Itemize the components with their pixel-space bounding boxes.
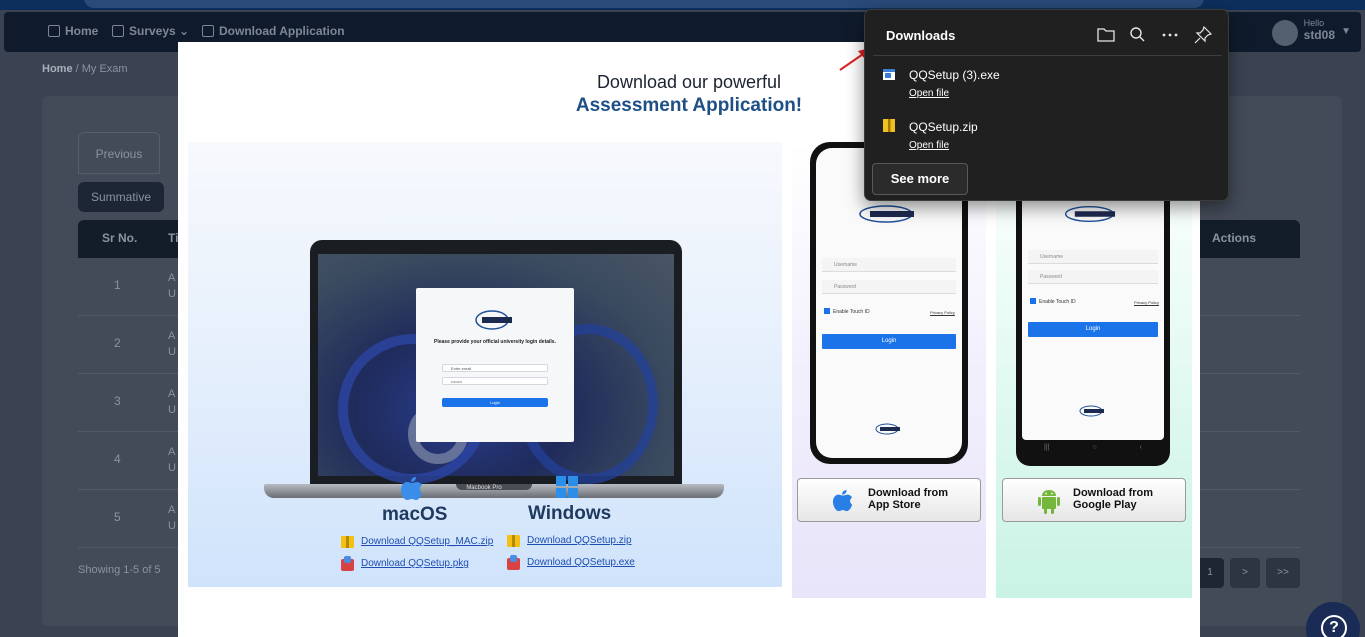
macos-label: macOS — [382, 504, 448, 525]
android-download-panel: Username Password Enable Touch ID Privac… — [996, 142, 1192, 598]
help-icon: ? — [1321, 615, 1347, 637]
login-card-preview: Please provide your official university … — [416, 288, 574, 442]
zip-file-icon — [341, 536, 354, 548]
nav-home[interactable]: Home — [48, 24, 98, 38]
chevron-down-icon: ▼ — [1341, 26, 1351, 37]
breadcrumb-home[interactable]: Home — [42, 63, 73, 75]
breadcrumb: Home / My Exam — [42, 63, 128, 75]
see-more-button[interactable]: See more — [872, 163, 968, 195]
android-nav-bar: ||| ○ ‹ — [1044, 444, 1142, 451]
surveys-icon — [112, 25, 124, 37]
open-file-link[interactable]: Open file — [909, 88, 949, 99]
brand-logo-icon — [859, 205, 914, 223]
apple-icon — [401, 477, 422, 500]
breadcrumb-current: My Exam — [81, 63, 128, 75]
chevron-down-icon: ⌄ — [179, 24, 190, 38]
page-last[interactable]: >> — [1266, 558, 1300, 588]
downloads-popup: Downloads QQSetup (3).exe Open file QQSe… — [864, 9, 1229, 201]
brand-logo-icon — [1064, 206, 1116, 222]
page-next[interactable]: > — [1230, 558, 1260, 588]
checkbox-checked-icon — [1030, 298, 1036, 304]
exe-file-icon — [507, 555, 520, 570]
pin-icon[interactable] — [1194, 26, 1212, 44]
download-win-exe-link[interactable]: Download QQSetup.exe — [527, 557, 635, 568]
nav-surveys[interactable]: Surveys ⌄ — [112, 24, 189, 38]
zip-file-icon — [507, 535, 520, 547]
zip-file-icon — [883, 119, 895, 132]
download-mac-zip-link[interactable]: Download QQSetup_MAC.zip — [361, 536, 493, 547]
home-icon — [48, 25, 60, 37]
open-file-link[interactable]: Open file — [909, 140, 949, 151]
desktop-download-panel: Please provide your official university … — [188, 142, 782, 587]
recent-apps-icon: ||| — [1044, 444, 1050, 451]
download-mac-pkg-link[interactable]: Download QQSetup.pkg — [361, 558, 469, 569]
search-icon[interactable] — [1129, 26, 1147, 42]
brand-logo-icon — [475, 310, 512, 330]
downloads-title: Downloads — [886, 28, 956, 43]
tab-previous[interactable]: Previous — [78, 132, 160, 174]
checkbox-checked-icon — [824, 308, 830, 314]
laptop-display: Please provide your official university … — [318, 254, 674, 484]
exe-file-icon — [883, 69, 895, 80]
user-menu[interactable]: Hello std08 ▼ — [1271, 18, 1351, 46]
avatar — [1271, 20, 1298, 46]
download-item-name[interactable]: QQSetup.zip — [909, 120, 978, 134]
windows-label: Windows — [528, 503, 612, 524]
address-bar[interactable] — [84, 0, 1204, 8]
showing-count: Showing 1-5 of 5 — [78, 564, 161, 576]
download-icon — [202, 25, 214, 37]
brand-logo-icon — [875, 423, 900, 435]
summative-filter[interactable]: Summative — [78, 182, 164, 212]
home-circle-icon: ○ — [1092, 444, 1097, 451]
google-play-button[interactable]: Download from Google Play — [1002, 478, 1186, 522]
more-options-icon[interactable] — [1161, 26, 1179, 42]
pkg-file-icon — [341, 556, 354, 571]
apple-icon — [832, 490, 853, 512]
brand-logo-icon — [1079, 405, 1104, 417]
android-icon — [1038, 490, 1060, 514]
ios-download-panel: Username Password Enable Touch ID Privac… — [792, 142, 986, 598]
app-store-button[interactable]: Download from App Store — [797, 478, 981, 522]
back-icon: ‹ — [1139, 444, 1142, 451]
laptop-mockup: Please provide your official university … — [310, 240, 682, 484]
page-current[interactable]: 1 — [1196, 558, 1224, 588]
folder-icon[interactable] — [1097, 26, 1115, 42]
download-item-name[interactable]: QQSetup (3).exe — [909, 68, 1000, 82]
nav-download-application[interactable]: Download Application — [202, 24, 345, 38]
download-win-zip-link[interactable]: Download QQSetup.zip — [527, 535, 632, 546]
windows-icon — [556, 476, 578, 498]
